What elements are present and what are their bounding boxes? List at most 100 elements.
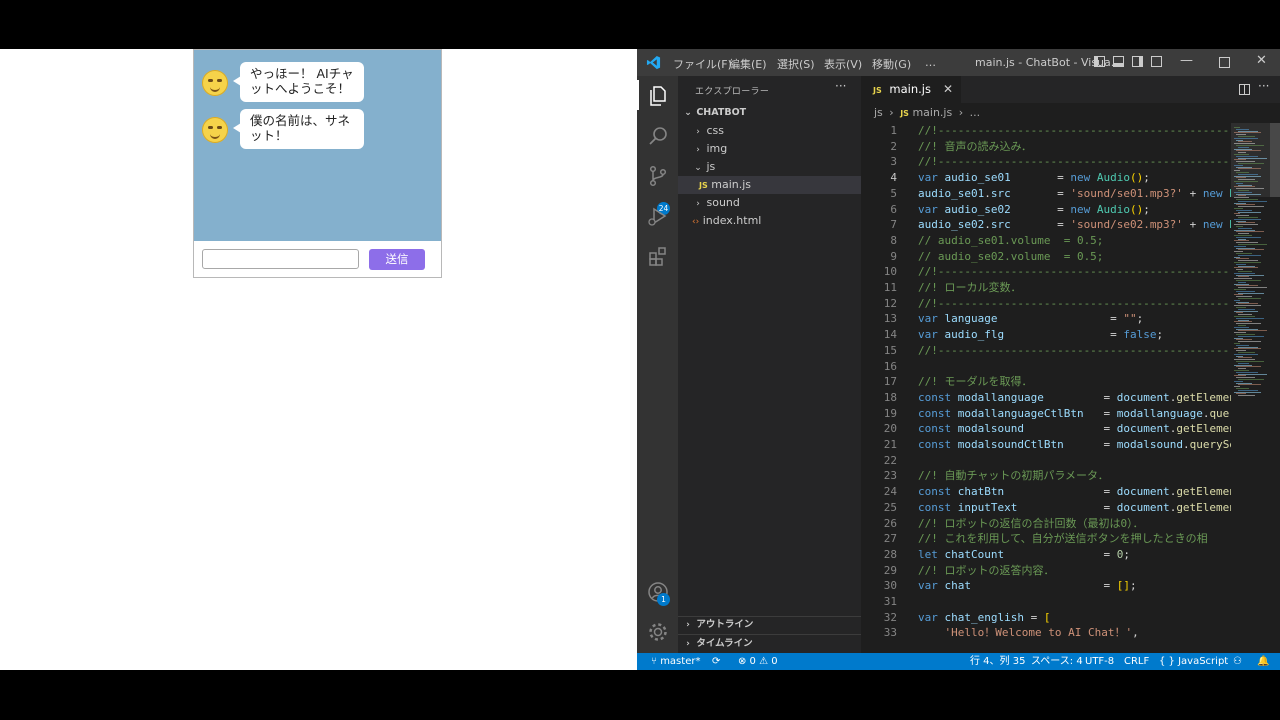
- code-text: var audio_se01 = new Audio();: [918, 171, 1150, 185]
- code-line[interactable]: 19 const modallanguageCtlBtn = modallangu…: [861, 406, 1231, 422]
- chat-text-input[interactable]: [202, 249, 359, 269]
- code-line[interactable]: 15 //!-----------------------------------…: [861, 343, 1231, 359]
- code-line[interactable]: 25 const inputText = document.getElement: [861, 500, 1231, 516]
- code-line[interactable]: 31: [861, 594, 1231, 610]
- code-line[interactable]: 12 //!-----------------------------------…: [861, 296, 1231, 312]
- code-line[interactable]: 22: [861, 453, 1231, 469]
- code-line[interactable]: 6 var audio_se02 = new Audio();: [861, 202, 1231, 218]
- notifications-bell-icon[interactable]: 🔔: [1257, 653, 1269, 670]
- language-mode[interactable]: { } JavaScript: [1159, 653, 1228, 670]
- explorer-icon[interactable]: [646, 84, 670, 108]
- project-root[interactable]: ⌄ CHATBOT: [678, 104, 861, 122]
- problems-status[interactable]: ⊗ 0 ⚠ 0: [738, 653, 778, 670]
- code-line[interactable]: 3 //!------------------------------------…: [861, 154, 1231, 170]
- cursor-position[interactable]: 行 4、列 35: [970, 653, 1025, 670]
- maximize-icon[interactable]: [1219, 57, 1230, 68]
- code-line[interactable]: 33 'Hello！Welcome to AI Chat！',: [861, 625, 1231, 641]
- code-line[interactable]: 29 //! ロボットの返答内容．: [861, 563, 1231, 579]
- encoding-status[interactable]: UTF-8: [1085, 653, 1114, 670]
- send-button[interactable]: 送信: [369, 249, 425, 270]
- code-line[interactable]: 10 //!-----------------------------------…: [861, 264, 1231, 280]
- line-number: 7: [890, 218, 897, 232]
- code-line[interactable]: 16: [861, 359, 1231, 375]
- code-line[interactable]: 23 //! 自動チャットの初期パラメータ．: [861, 468, 1231, 484]
- indentation-status[interactable]: スペース: 4: [1031, 653, 1083, 670]
- tab-close-icon[interactable]: ✕: [943, 76, 953, 103]
- toggle-panel-icon[interactable]: [1113, 56, 1124, 67]
- code-text: const modalsoundCtlBtn = modalsound.quer…: [918, 438, 1231, 451]
- menu-go[interactable]: 移動(G): [872, 56, 911, 72]
- eol-status[interactable]: CRLF: [1124, 653, 1149, 670]
- code-line[interactable]: 18 const modallanguage = document.getElem…: [861, 390, 1231, 406]
- code-line[interactable]: 27 //! これを利用して、自分が送信ボタンを押したときの相: [861, 531, 1231, 547]
- tree-file-index-html[interactable]: ‹› index.html: [678, 212, 861, 230]
- tree-folder-img[interactable]: › img: [678, 140, 861, 158]
- minimize-icon[interactable]: —: [1180, 53, 1193, 68]
- toggle-secondary-sidebar-icon[interactable]: [1132, 56, 1143, 67]
- code-line[interactable]: 17 //! モーダルを取得．: [861, 374, 1231, 390]
- menu-view[interactable]: 表示(V): [824, 56, 862, 72]
- status-bar: ⑂ master* ⟳ ⊗ 0 ⚠ 0 行 4、列 35 スペース: 4 UTF…: [637, 653, 1280, 670]
- line-number: 16: [883, 359, 897, 373]
- tree-folder-css[interactable]: › css: [678, 122, 861, 140]
- code-line[interactable]: 26 //! ロボットの返信の合計回数（最初は0）．: [861, 516, 1231, 532]
- code-line[interactable]: 8 // audio_se01.volume = 0.5;: [861, 233, 1231, 249]
- code-line[interactable]: 24 const chatBtn = document.getElement: [861, 484, 1231, 500]
- code-line[interactable]: 28 let chatCount = 0;: [861, 547, 1231, 563]
- code-line[interactable]: 14 var audio_flg = false;: [861, 327, 1231, 343]
- split-editor-icon[interactable]: [1239, 84, 1250, 95]
- close-icon[interactable]: ✕: [1256, 53, 1267, 68]
- branch-status[interactable]: ⑂ master*: [651, 653, 700, 670]
- line-number: 26: [883, 516, 897, 530]
- code-editor[interactable]: 1 //!------------------------------------…: [861, 123, 1231, 653]
- editor-scrollbar[interactable]: [1270, 123, 1280, 197]
- line-number: 22: [883, 453, 897, 467]
- minimap-line: [1238, 384, 1261, 386]
- code-line[interactable]: 30 var chat = [];: [861, 578, 1231, 594]
- outline-panel-header[interactable]: › アウトライン: [678, 616, 861, 634]
- code-text: const modalsound = document.getElement: [918, 422, 1231, 436]
- code-line[interactable]: 2 //! 音声の読み込み．: [861, 139, 1231, 155]
- tree-file-main-js[interactable]: JS main.js: [678, 176, 861, 194]
- code-text: const modallanguageCtlBtn = modallanguag…: [918, 406, 1231, 420]
- source-control-icon[interactable]: [646, 164, 670, 188]
- settings-gear-icon[interactable]: [646, 620, 670, 644]
- breadcrumb-folder[interactable]: js: [874, 106, 883, 119]
- code-line[interactable]: 1 //!------------------------------------…: [861, 123, 1231, 139]
- code-line[interactable]: 21 const modalsoundCtlBtn = modalsound.qu…: [861, 437, 1231, 453]
- editor-more-actions-icon[interactable]: ···: [1258, 79, 1269, 93]
- run-debug-icon[interactable]: [646, 204, 670, 228]
- minimap[interactable]: [1231, 123, 1280, 653]
- menu-selection[interactable]: 選択(S): [777, 56, 815, 72]
- code-line[interactable]: 5 audio_se01.src = 'sound/se01.mp3?' + ne…: [861, 186, 1231, 202]
- menu-edit[interactable]: 編集(E): [729, 56, 767, 72]
- code-text: //!-------------------------------------…: [918, 124, 1231, 137]
- code-line[interactable]: 9 // audio_se02.volume = 0.5;: [861, 249, 1231, 265]
- search-icon[interactable]: [646, 124, 670, 148]
- toggle-sidebar-icon[interactable]: [1094, 56, 1105, 67]
- line-number: 33: [883, 626, 897, 640]
- menu-more[interactable]: …: [925, 56, 936, 69]
- code-line[interactable]: 20 const modalsound = document.getElement: [861, 421, 1231, 437]
- tab-main-js[interactable]: JS main.js ✕: [861, 76, 961, 103]
- breadcrumb-file[interactable]: main.js: [912, 106, 952, 119]
- code-line[interactable]: 11 //! ローカル変数．: [861, 280, 1231, 296]
- more-actions-icon[interactable]: ···: [835, 79, 846, 93]
- line-number: 2: [890, 139, 897, 153]
- tree-folder-js[interactable]: ⌄ js: [678, 158, 861, 176]
- tree-folder-sound[interactable]: › sound: [678, 194, 861, 212]
- extensions-icon[interactable]: [646, 244, 670, 268]
- line-number: 29: [883, 563, 897, 577]
- breadcrumb-symbol[interactable]: ...: [970, 106, 981, 119]
- timeline-panel-header[interactable]: › タイムライン: [678, 635, 861, 653]
- js-file-icon: JS: [873, 86, 882, 95]
- menu-file[interactable]: ファイル(F): [673, 56, 732, 72]
- feedback-icon[interactable]: ⚇: [1233, 653, 1242, 670]
- customize-layout-icon[interactable]: [1151, 56, 1162, 67]
- code-line[interactable]: 32 var chat_english = [: [861, 610, 1231, 626]
- code-line[interactable]: 7 audio_se02.src = 'sound/se02.mp3?' + ne…: [861, 217, 1231, 233]
- sync-icon[interactable]: ⟳: [712, 653, 720, 670]
- code-line[interactable]: 4 var audio_se01 = new Audio();: [861, 170, 1231, 186]
- tree-label: css: [706, 124, 725, 137]
- code-line[interactable]: 13 var language = "";: [861, 311, 1231, 327]
